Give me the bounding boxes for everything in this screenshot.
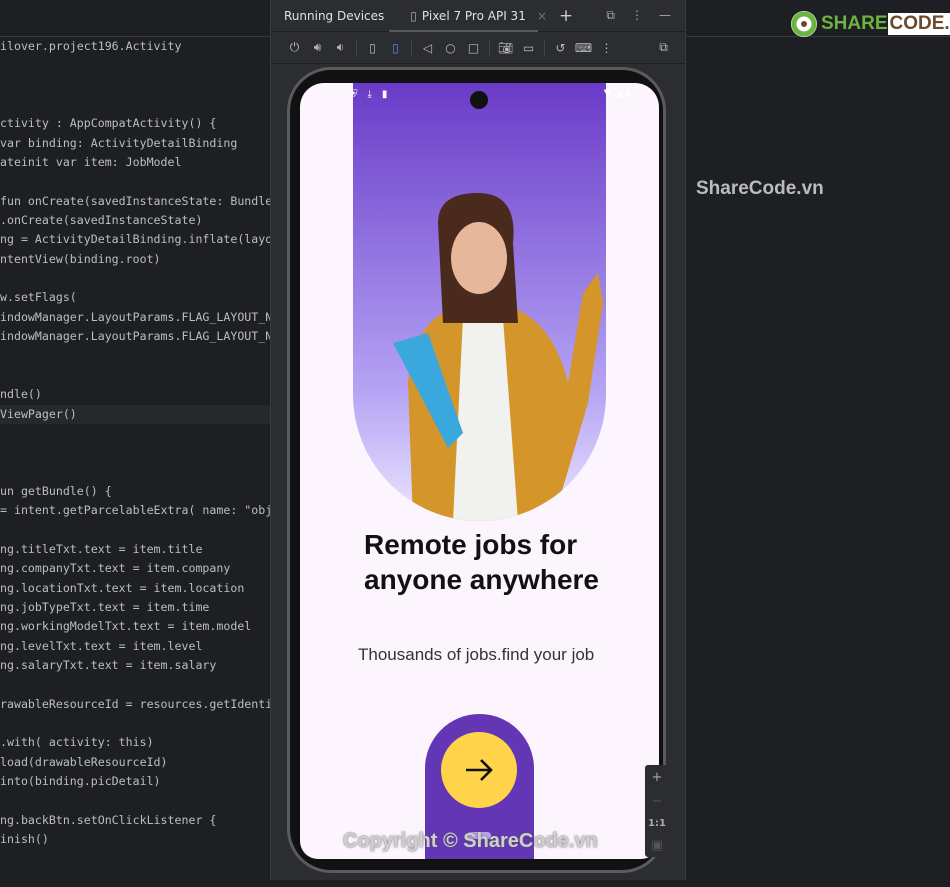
volume-down-icon[interactable]: 🔉︎: [329, 40, 352, 55]
code-line[interactable]: ng.titleTxt.text = item.title: [0, 540, 270, 559]
code-line[interactable]: [0, 76, 270, 95]
code-line[interactable]: [0, 56, 270, 75]
arrow-right-icon: [466, 759, 493, 781]
close-tab-icon[interactable]: ×: [537, 9, 547, 23]
status-bar: ⛨ ⤓ ▮: [350, 89, 387, 100]
toolbar-more-icon[interactable]: ⋮: [595, 41, 618, 55]
code-line[interactable]: ntentView(binding.root): [0, 250, 270, 269]
shield-icon: ⛨: [350, 89, 358, 100]
code-line[interactable]: w.setFlags(: [0, 288, 270, 307]
code-line[interactable]: ng.workingModelTxt.text = item.model: [0, 617, 270, 636]
zoom-out-button[interactable]: −: [645, 794, 669, 809]
code-line[interactable]: ViewPager(): [0, 404, 270, 424]
code-line[interactable]: [0, 172, 270, 191]
zoom-in-button[interactable]: +: [645, 770, 669, 785]
code-line[interactable]: [0, 443, 270, 462]
code-line[interactable]: into(binding.picDetail): [0, 772, 270, 791]
code-line[interactable]: ng.salaryTxt.text = item.salary: [0, 656, 270, 675]
home-icon[interactable]: ○: [439, 41, 462, 55]
wifi-battery-icon: ▼ ◢ ▮: [603, 88, 631, 99]
copyright-watermark: Copyright © ShareCode.vn: [343, 830, 598, 852]
overview-icon[interactable]: □: [462, 41, 485, 55]
next-button[interactable]: [441, 732, 517, 808]
device-screen[interactable]: ⛨ ⤓ ▮ ▼ ◢ ▮ Remote jobs for anyone anywher…: [300, 83, 659, 859]
device-icon: ▯: [410, 8, 417, 23]
restore-icon[interactable]: ⧉: [606, 8, 615, 23]
code-line[interactable]: [0, 347, 270, 366]
extended-controls-icon[interactable]: ⌨: [572, 41, 595, 55]
rotate-right-icon[interactable]: ▯: [384, 41, 407, 55]
watermark-text: ShareCode.vn: [696, 178, 824, 199]
code-line[interactable]: indowManager.LayoutParams.FLAG_LAYOUT_N: [0, 327, 270, 346]
zoom-controls: + − 1:1 ▣: [645, 765, 669, 857]
code-line[interactable]: ndle(): [0, 385, 270, 404]
logo-icon: [791, 11, 817, 37]
code-line[interactable]: ng.companyTxt.text = item.company: [0, 559, 270, 578]
code-line[interactable]: ateinit var item: JobModel: [0, 153, 270, 172]
camera-cutout: [470, 91, 488, 109]
reset-icon[interactable]: ↺: [549, 41, 572, 55]
rotate-left-icon[interactable]: ▯: [361, 41, 384, 55]
code-line[interactable]: [0, 463, 270, 482]
inspect-icon[interactable]: ⧉: [652, 40, 675, 55]
back-icon[interactable]: ◁: [416, 41, 439, 55]
code-line[interactable]: .onCreate(savedInstanceState): [0, 211, 270, 230]
code-line[interactable]: load(drawableResourceId): [0, 753, 270, 772]
code-line[interactable]: ng.backBtn.setOnClickListener {: [0, 811, 270, 830]
code-editor[interactable]: ilover.project196.Activity ctivity : AppC…: [0, 0, 270, 887]
code-line[interactable]: = intent.getParcelableExtra( name: "obje: [0, 501, 270, 520]
code-line[interactable]: fun onCreate(savedInstanceState: Bundle: [0, 192, 270, 211]
headline: Remote jobs for anyone anywhere: [364, 527, 599, 597]
sharecode-logo: SHARECODE.vn: [790, 10, 950, 38]
code-line[interactable]: ng.levelTxt.text = item.level: [0, 637, 270, 656]
power-icon[interactable]: ⏻: [283, 40, 306, 55]
code-line[interactable]: ng.locationTxt.text = item.location: [0, 579, 270, 598]
code-line[interactable]: [0, 424, 270, 443]
woman-photo: [393, 193, 603, 521]
code-line[interactable]: var binding: ActivityDetailBinding: [0, 134, 270, 153]
device-tab-label: Pixel 7 Pro API 31: [421, 8, 526, 23]
device-tab[interactable]: ▯ Pixel 7 Pro API 31 ×: [410, 9, 547, 23]
code-line[interactable]: [0, 675, 270, 694]
headline-line-1: Remote jobs for: [364, 529, 578, 560]
more-icon[interactable]: ⋮: [631, 8, 643, 23]
zoom-actual-button[interactable]: 1:1: [645, 818, 669, 829]
hero-image: [353, 83, 606, 521]
code-line[interactable]: inish(): [0, 830, 270, 849]
volume-up-icon[interactable]: 🔊︎: [306, 40, 329, 55]
code-line[interactable]: [0, 521, 270, 540]
fit-screen-icon[interactable]: ▣: [645, 838, 669, 853]
code-lines[interactable]: ilover.project196.Activity ctivity : AppC…: [0, 37, 270, 849]
code-line[interactable]: [0, 269, 270, 288]
minimize-icon[interactable]: —: [659, 8, 671, 23]
add-device-icon[interactable]: +: [559, 6, 573, 26]
code-line[interactable]: ilover.project196.Activity: [0, 37, 270, 56]
screenshot-icon[interactable]: 📷︎: [494, 41, 517, 55]
download-icon: ⤓: [367, 89, 372, 100]
subtitle: Thousands of jobs.find your job: [358, 645, 595, 664]
code-line[interactable]: ng.jobTypeTxt.text = item.time: [0, 598, 270, 617]
headline-line-2: anyone anywhere: [364, 564, 599, 595]
code-line[interactable]: ctivity : AppCompatActivity() {: [0, 114, 270, 133]
code-line[interactable]: [0, 95, 270, 114]
code-line[interactable]: [0, 366, 270, 385]
code-line[interactable]: [0, 714, 270, 733]
code-line[interactable]: indowManager.LayoutParams.FLAG_LAYOUT_N: [0, 308, 270, 327]
code-line[interactable]: rawableResourceId = resources.getIdenti: [0, 695, 270, 714]
sd-card-icon: ▮: [381, 89, 388, 100]
device-frame: ⛨ ⤓ ▮ ▼ ◢ ▮ Remote jobs for anyone anywher…: [287, 67, 666, 873]
record-icon[interactable]: ▭: [517, 41, 540, 55]
code-line[interactable]: ng = ActivityDetailBinding.inflate(layo: [0, 230, 270, 249]
panel-title: Running Devices: [284, 8, 385, 23]
code-line[interactable]: un getBundle() {: [0, 482, 270, 501]
code-line[interactable]: [0, 791, 270, 810]
code-line[interactable]: .with( activity: this): [0, 733, 270, 752]
